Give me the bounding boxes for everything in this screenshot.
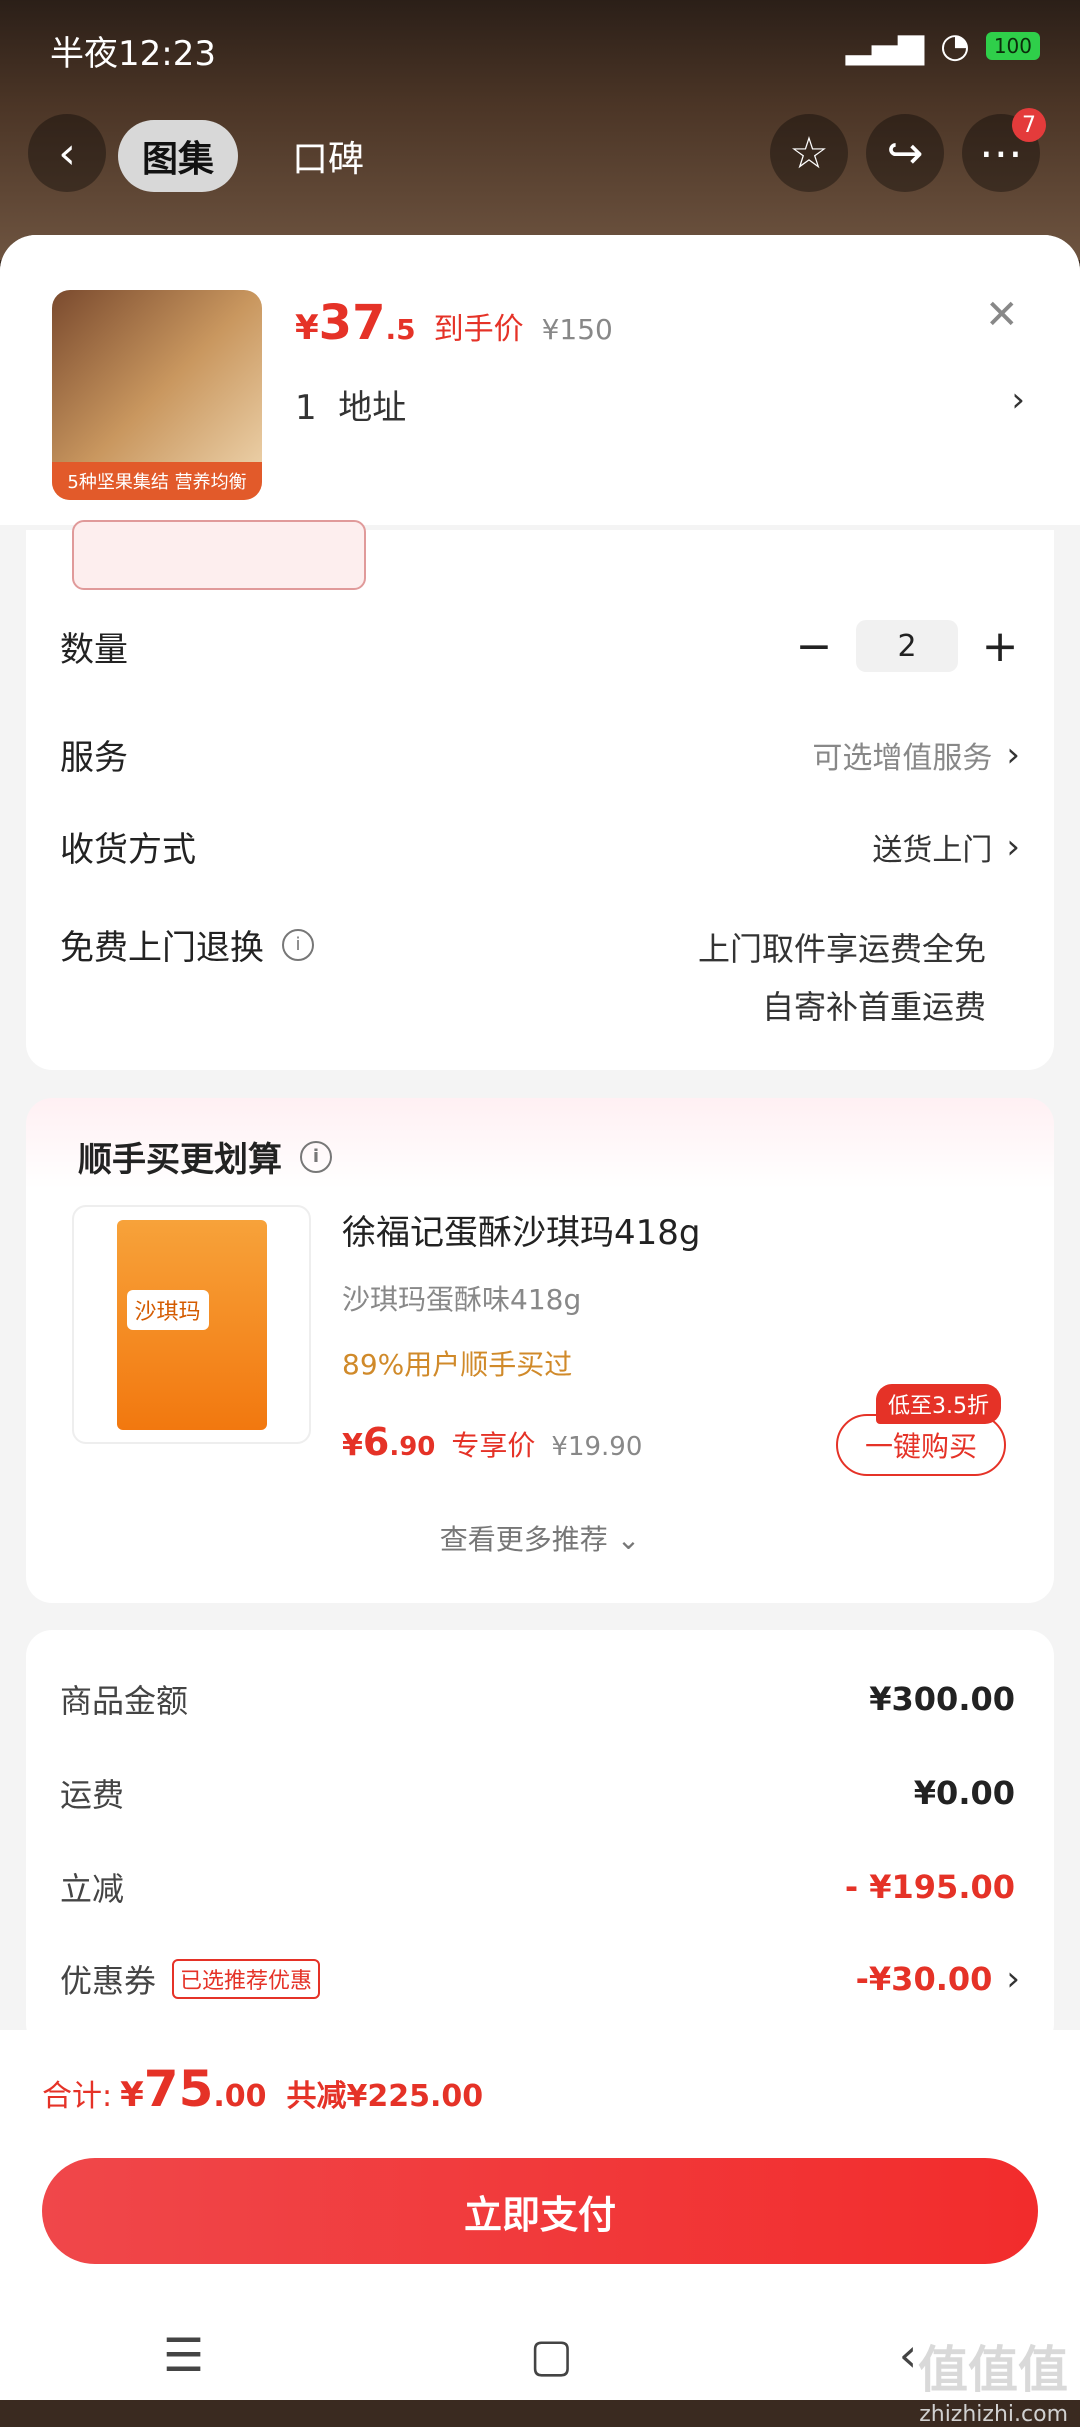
original-price: ¥150 — [541, 313, 613, 346]
service-row[interactable]: 服务 可选增值服务 › — [60, 730, 1020, 779]
battery-icon: 100 — [985, 32, 1040, 60]
watermark-big: 值值值 — [918, 2341, 1068, 2399]
return-label: 免费上门退换 — [60, 928, 264, 968]
recommend-title-text: 顺手买更划算 — [78, 1140, 282, 1180]
menu-icon[interactable]: ☰ — [163, 2328, 204, 2382]
price-dec: .90 — [389, 1432, 436, 1462]
info-icon[interactable]: i — [282, 928, 314, 961]
chevron-right-icon: › — [1006, 734, 1020, 775]
status-icons: ▂▄▆ ◔ 100 — [846, 26, 1040, 66]
price-label: 到手价 — [433, 312, 524, 347]
return-row: 免费上门退换 i 上门取件享运费全免 自寄补首重运费 — [60, 920, 1020, 1036]
original-price: ¥19.90 — [551, 1432, 643, 1462]
back-icon[interactable]: ‹ — [28, 114, 106, 192]
recommend-product-name[interactable]: 徐福记蛋酥沙琪玛418g — [342, 1205, 700, 1254]
recommend-product-spec: 沙琪玛蛋酥味418g — [342, 1283, 582, 1316]
summary-value: ¥300.00 — [869, 1680, 1015, 1718]
plus-button[interactable]: + — [980, 621, 1020, 672]
minus-button[interactable]: − — [794, 621, 834, 672]
coupon-row[interactable]: 优惠券 已选推荐优惠 -¥30.00 › — [60, 1956, 1020, 2002]
tab-gallery[interactable]: 图集 — [118, 120, 239, 192]
chevron-right-icon: › — [1011, 380, 1025, 420]
tab-reviews[interactable]: 口碑 — [268, 120, 388, 192]
address-label: 地址 — [338, 388, 407, 428]
coupon-value: -¥30.00 — [855, 1960, 993, 1998]
see-more-text: 查看更多推荐 — [439, 1523, 608, 1556]
quantity-row: 数量 − 2 + — [60, 620, 1020, 672]
service-value: 可选增值服务 — [812, 740, 993, 776]
see-more-link[interactable]: 查看更多推荐 ⌄ — [0, 1518, 1080, 1558]
status-bar: 半夜12:23 ▂▄▆ ◔ 100 — [0, 0, 1080, 90]
product-package-image: 沙琪玛 — [116, 1219, 267, 1430]
notification-badge: 7 — [1012, 108, 1046, 142]
thumb-label: 5种坚果集结 营养均衡 — [52, 462, 262, 500]
quantity-label: 数量 — [60, 629, 128, 670]
summary-value: - ¥195.00 — [844, 1868, 1015, 1906]
recommend-product-image[interactable]: 沙琪玛 — [72, 1205, 311, 1444]
star-icon[interactable]: ☆ — [770, 114, 848, 192]
return-line1: 上门取件享运费全免 — [697, 930, 986, 968]
recommend-title: 顺手买更划算 i — [78, 1132, 332, 1181]
summary-value: ¥0.00 — [913, 1774, 1015, 1812]
info-icon[interactable]: i — [300, 1140, 332, 1173]
chevron-right-icon: › — [1006, 826, 1020, 867]
return-line2: 自寄补首重运费 — [761, 988, 986, 1026]
media-tabs: 图集 口碑 — [118, 120, 388, 192]
total-int: 75 — [143, 2060, 214, 2118]
coupon-tag: 已选推荐优惠 — [172, 1959, 321, 1999]
address-row[interactable]: 1 地址 › — [295, 380, 1025, 429]
variant-tag[interactable] — [72, 520, 366, 590]
delivery-row[interactable]: 收货方式 送货上门 › — [60, 822, 1020, 871]
home-icon[interactable]: ▢ — [530, 2328, 573, 2382]
total-saved: 共减¥225.00 — [286, 2079, 484, 2114]
product-price: ¥37.5 到手价 ¥150 — [295, 295, 613, 351]
summary-label: 立减 — [60, 1870, 125, 1908]
price-label: 专享价 — [451, 1429, 536, 1462]
recommend-buy-stat: 89%用户顺手买过 — [342, 1348, 573, 1381]
delivery-value: 送货上门 — [872, 832, 993, 868]
status-time: 半夜12:23 — [50, 34, 216, 74]
wifi-icon: ◔ — [940, 26, 970, 66]
chevron-down-icon: ⌄ — [616, 1523, 641, 1556]
price-dec: .5 — [385, 313, 416, 346]
quantity-input[interactable]: 2 — [856, 620, 958, 672]
service-label: 服务 — [60, 738, 128, 778]
back-nav-icon[interactable]: ‹ — [899, 2328, 917, 2382]
summary-label: 运费 — [60, 1776, 125, 1814]
chevron-right-icon: › — [1006, 1959, 1020, 1999]
discount-badge: 低至3.5折 — [876, 1384, 1001, 1424]
product-thumbnail: 5种坚果集结 营养均衡 — [52, 290, 262, 500]
total-currency: ¥ — [120, 2075, 144, 2115]
share-icon[interactable]: ↪ — [866, 114, 944, 192]
summary-label: 商品金额 — [60, 1682, 189, 1720]
total-dec: .00 — [213, 2079, 267, 2114]
delivery-label: 收货方式 — [60, 830, 196, 870]
total-price: 合计: ¥75.00 共减¥225.00 — [42, 2060, 483, 2118]
price-int: 37 — [318, 295, 386, 351]
watermark-small: zhizhizhi.com — [919, 2402, 1068, 2427]
close-icon[interactable]: ✕ — [985, 292, 1019, 338]
watermark: 值值值 zhizhizhi.com — [918, 2330, 1068, 2427]
signal-icon: ▂▄▆ — [845, 26, 925, 66]
price-currency: ¥ — [295, 308, 319, 348]
recommend-price: ¥6.90 专享价 ¥19.90 — [342, 1420, 642, 1464]
summary-row: 商品金额 ¥300.00 — [60, 1676, 1015, 1722]
address-count: 1 — [295, 388, 317, 428]
summary-row: 运费 ¥0.00 — [60, 1770, 1015, 1816]
more-icon[interactable]: ⋯ 7 — [962, 108, 1046, 192]
price-int: 6 — [362, 1420, 390, 1464]
price-currency: ¥ — [342, 1428, 363, 1463]
pay-now-button[interactable]: 立即支付 — [42, 2158, 1038, 2264]
top-nav: ‹ 图集 口碑 ☆ ↪ ⋯ 7 — [0, 108, 1080, 200]
coupon-label: 优惠券 — [60, 1962, 157, 2000]
package-label: 沙琪玛 — [126, 1289, 209, 1330]
summary-row: 立减 - ¥195.00 — [60, 1864, 1015, 1910]
total-label: 合计: — [42, 2079, 113, 2114]
